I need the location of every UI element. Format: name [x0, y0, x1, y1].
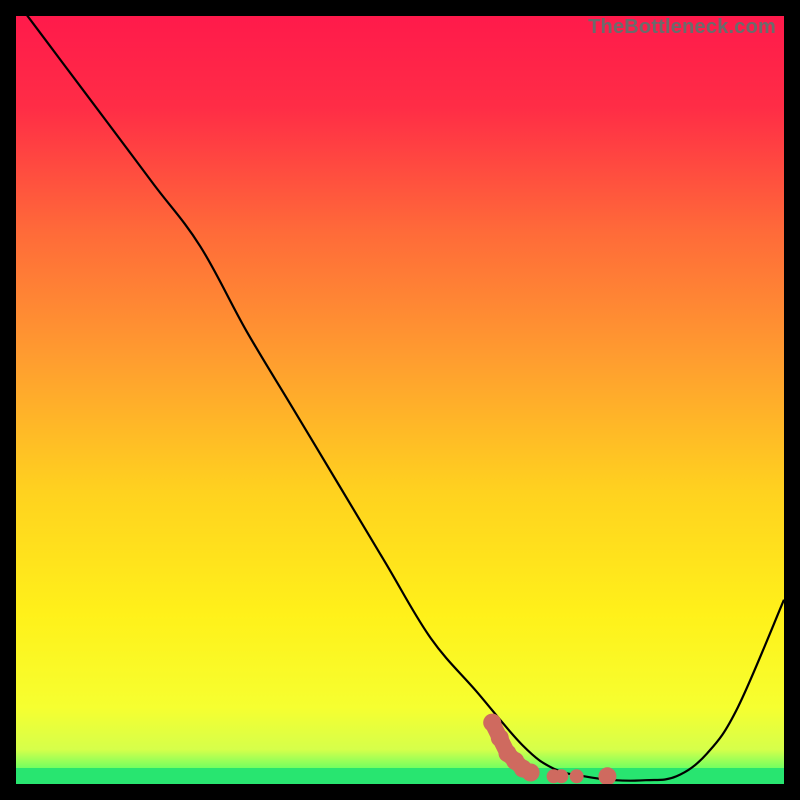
marker-dot	[483, 714, 501, 732]
marker-dot	[491, 729, 509, 747]
watermark-text: TheBottleneck.com	[588, 16, 776, 39]
marker-dot	[570, 769, 584, 783]
marker-dot	[554, 769, 568, 783]
marker-dot	[522, 764, 540, 782]
chart-svg	[16, 16, 784, 784]
plot-area: TheBottleneck.com	[16, 16, 784, 784]
bottleneck-curve	[16, 16, 784, 781]
chart-frame: TheBottleneck.com	[14, 14, 786, 786]
marker-dot	[598, 767, 616, 784]
